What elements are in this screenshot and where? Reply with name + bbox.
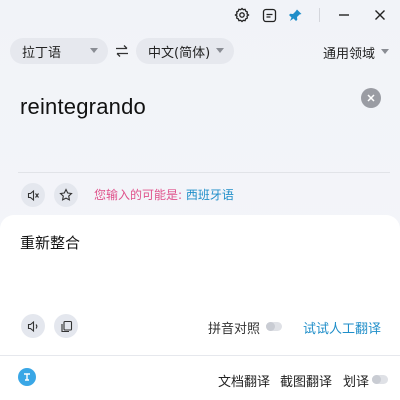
detected-language-hint: 您输入的可能是: 西班牙语: [94, 186, 234, 203]
minimize-icon[interactable]: [334, 5, 354, 25]
pinyin-toggle[interactable]: [266, 322, 282, 331]
swap-arrows-icon[interactable]: [114, 43, 130, 59]
source-language-label: 拉丁语: [22, 45, 62, 61]
language-row: 拉丁语 中文(简体) 通用领域: [0, 38, 400, 66]
result-text: 重新整合: [20, 234, 81, 252]
detected-language-link[interactable]: 西班牙语: [186, 188, 234, 202]
pinyin-toggle-label: 拼音对照: [208, 322, 261, 337]
document-translate-button[interactable]: 文档翻译: [218, 371, 270, 390]
chevron-down-icon: [216, 48, 224, 53]
source-divider: [18, 172, 390, 173]
chevron-down-icon: [381, 49, 389, 54]
title-bar: [0, 0, 400, 30]
target-language-label: 中文(简体): [148, 45, 211, 61]
clear-icon[interactable]: [361, 88, 381, 108]
target-language-select[interactable]: 中文(简体): [136, 38, 234, 64]
title-bar-divider: [319, 8, 320, 22]
copy-icon[interactable]: [54, 314, 78, 338]
source-text-input[interactable]: reintegrando: [20, 94, 146, 120]
pin-icon[interactable]: [285, 5, 305, 25]
screenshot-translate-button[interactable]: 截图翻译: [280, 371, 332, 390]
screenshot-icon[interactable]: [259, 5, 279, 25]
bottom-bar: [0, 356, 400, 400]
speaker-icon[interactable]: [21, 314, 45, 338]
detect-prefix: 您输入的可能是:: [94, 188, 186, 202]
domain-label: 通用领域: [323, 47, 376, 62]
source-language-select[interactable]: 拉丁语: [10, 38, 108, 64]
star-icon[interactable]: [54, 183, 78, 207]
speaker-muted-icon[interactable]: [21, 183, 45, 207]
app-logo-icon: [18, 368, 36, 386]
selection-translate-toggle[interactable]: [372, 375, 388, 384]
domain-select[interactable]: 通用领域: [323, 43, 389, 62]
selection-translate-label: 划译: [343, 375, 370, 390]
settings-gear-icon[interactable]: [232, 5, 252, 25]
human-translate-link[interactable]: 试试人工翻译: [303, 318, 381, 337]
close-icon[interactable]: [370, 5, 390, 25]
translator-window: 拉丁语 中文(简体) 通用领域 reintegrando 您输入的可能是: 西班…: [0, 0, 400, 400]
chevron-down-icon: [90, 48, 98, 53]
